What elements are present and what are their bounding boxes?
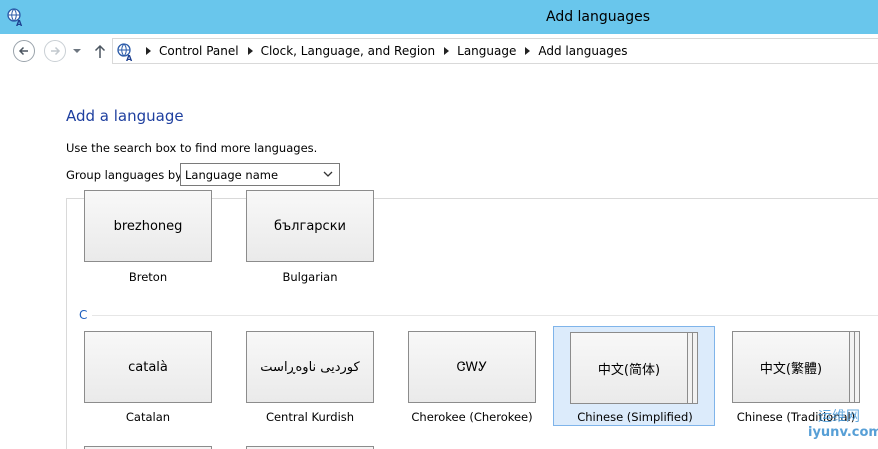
language-native-name: български xyxy=(246,190,374,262)
language-name: Central Kurdish xyxy=(265,410,355,424)
page-title: Add a language xyxy=(66,107,184,125)
language-name: Chinese (Simplified) xyxy=(577,410,693,424)
language-globe-icon: A xyxy=(117,43,133,62)
breadcrumb-language[interactable]: Language xyxy=(457,44,516,58)
recent-locations-dropdown[interactable] xyxy=(72,47,82,55)
breadcrumb-separator-icon[interactable] xyxy=(247,47,253,55)
language-name: Bulgarian xyxy=(282,270,338,284)
language-native-name: 中文(繁體) xyxy=(732,331,850,403)
address-bar[interactable]: A Control Panel Clock, Language, and Reg… xyxy=(112,38,878,64)
language-name: Breton xyxy=(128,270,168,284)
language-name: Cherokee (Cherokee) xyxy=(411,410,533,424)
breadcrumb-clock-language-region[interactable]: Clock, Language, and Region xyxy=(261,44,436,58)
breadcrumb-separator-icon[interactable] xyxy=(525,47,531,55)
forward-button[interactable] xyxy=(44,40,66,62)
language-native-name: català xyxy=(84,331,212,403)
group-by-select[interactable]: Language name xyxy=(180,163,340,186)
breadcrumb-add-languages[interactable]: Add languages xyxy=(538,44,627,58)
language-tile-central-kurdish[interactable]: کوردیی ناوەڕاست Central Kurdish xyxy=(229,327,391,427)
group-by-value: Language name xyxy=(185,168,279,182)
language-tile-cherokee[interactable]: ᏣᎳᎩ Cherokee (Cherokee) xyxy=(391,327,553,427)
up-arrow-icon[interactable] xyxy=(93,43,107,59)
language-native-name: brezhoneg xyxy=(84,190,212,262)
title-bar: A Add languages xyxy=(0,0,878,34)
breadcrumb-separator-icon[interactable] xyxy=(444,47,450,55)
language-native-name: کوردیی ناوەڕاست xyxy=(246,331,374,403)
back-arrow-icon xyxy=(18,46,28,56)
language-native-name: ᏣᎳᎩ xyxy=(408,331,536,403)
watermark-line2: iyunv.com xyxy=(808,425,878,440)
window-title: Add languages xyxy=(545,9,651,25)
back-button[interactable] xyxy=(13,40,35,62)
language-name: Catalan xyxy=(125,410,171,424)
language-tile-bulgarian[interactable]: български Bulgarian xyxy=(229,190,391,298)
forward-arrow-icon xyxy=(51,46,61,56)
chevron-down-icon xyxy=(323,171,333,177)
watermark-line1: 运维网 xyxy=(818,409,860,425)
section-divider xyxy=(92,315,878,316)
language-native-name: 中文(简体) xyxy=(570,332,688,404)
group-by-label: Group languages by: xyxy=(66,168,185,182)
breadcrumb-separator-icon[interactable] xyxy=(146,47,151,55)
navigation-bar: A Control Panel Clock, Language, and Reg… xyxy=(0,34,878,70)
language-tile-chinese-simplified[interactable]: 中文(简体) Chinese (Simplified) xyxy=(553,326,715,426)
section-letter: C xyxy=(79,308,88,322)
language-tile-catalan[interactable]: català Catalan xyxy=(67,327,229,427)
breadcrumb-control-panel[interactable]: Control Panel xyxy=(159,44,239,58)
search-hint-text: Use the search box to find more language… xyxy=(66,141,318,155)
breadcrumb: Control Panel Clock, Language, and Regio… xyxy=(137,44,628,58)
svg-text:A: A xyxy=(126,54,133,62)
language-tile-breton[interactable]: brezhoneg Breton xyxy=(67,190,229,298)
